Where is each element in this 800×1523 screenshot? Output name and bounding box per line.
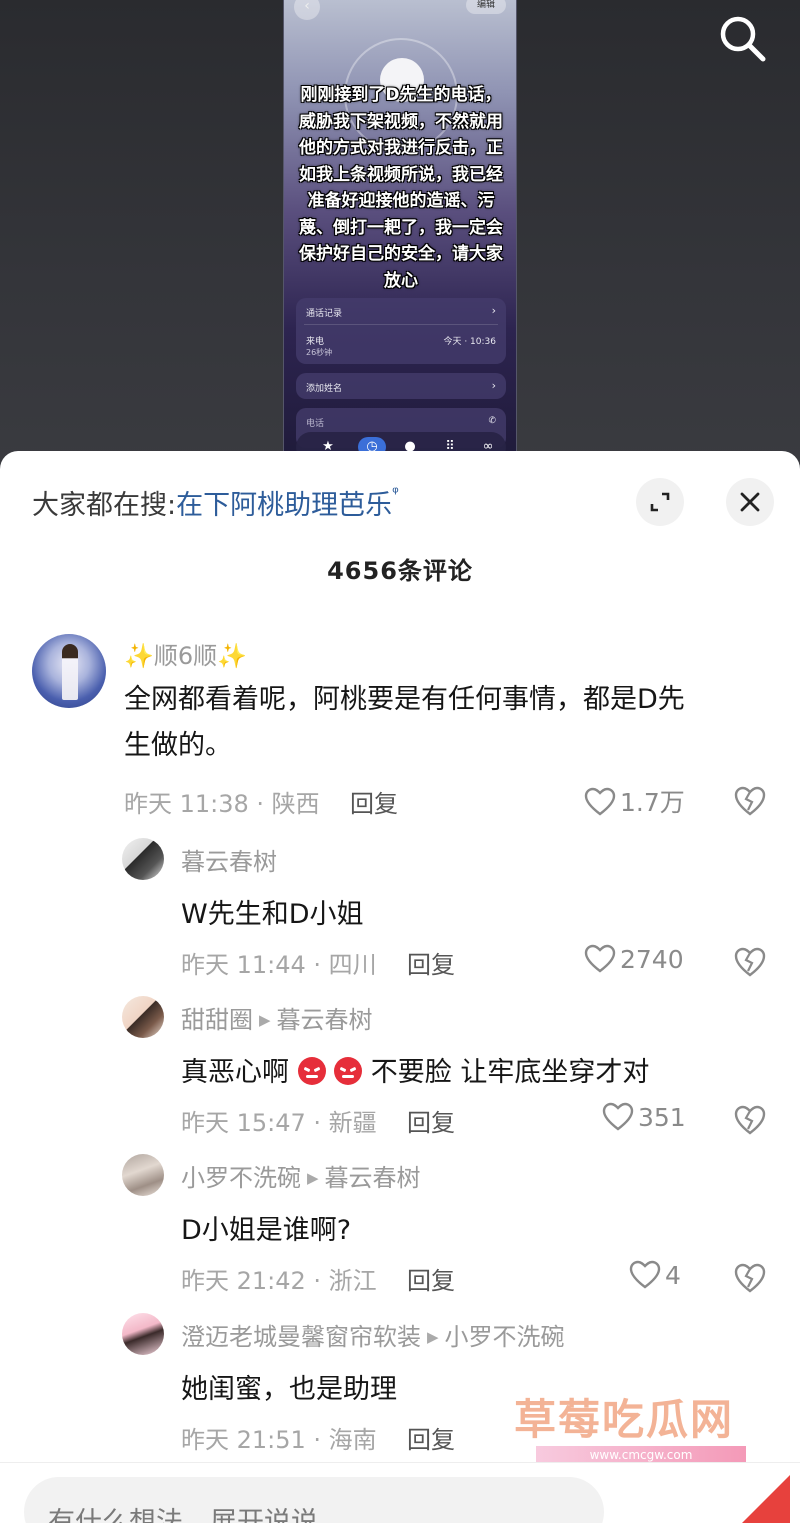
phone-call-log-label: 通话记录 <box>306 309 343 319</box>
phone-call-log-card: 通话记录 › 来电 26秒钟 今天 · 10:36 <box>296 298 506 364</box>
reply-text: 她闺蜜，也是助理 <box>181 1374 397 1405</box>
heart-icon <box>602 1102 634 1131</box>
phone-add-name-label: 添加姓名 <box>306 384 343 394</box>
heart-icon <box>584 787 616 816</box>
search-icon: ᵠ <box>392 483 399 502</box>
trending-prefix: 大家都在搜: <box>32 490 177 521</box>
angry-emoji-icon <box>297 1057 326 1085</box>
reply-to-arrow-icon: ▶ <box>259 1011 271 1029</box>
reply-to-arrow-icon: ▶ <box>307 1169 319 1187</box>
reply-to-arrow-icon: ▶ <box>427 1328 439 1346</box>
dislike-button[interactable] <box>733 1103 767 1137</box>
reply-username-line: 甜甜圈 ▶ 暮云春树 <box>181 1000 373 1035</box>
trending-search-bar: 大家都在搜:在下阿桃助理芭乐ᵠ <box>32 483 399 522</box>
broken-heart-icon <box>734 947 766 977</box>
phone-add-name-card: 添加姓名 › <box>296 373 506 399</box>
phone-number-label: 电话 <box>306 419 325 429</box>
broken-heart-icon <box>734 786 766 816</box>
phone-edit-label: 编辑 <box>466 0 506 14</box>
like-count: 1.7万 <box>620 788 685 817</box>
expand-icon <box>650 492 670 512</box>
reply-username[interactable]: 小罗不洗碗 <box>181 1164 301 1192</box>
like-count: 351 <box>638 1103 686 1132</box>
comment-sheet: 大家都在搜:在下阿桃助理芭乐ᵠ 4656条评论 ✨顺6顺✨ 全网都看着呢，阿桃要… <box>0 451 800 1523</box>
reply-username-line: 小罗不洗碗 ▶ 暮云春树 <box>181 1158 421 1193</box>
broken-heart-icon <box>734 1263 766 1293</box>
comment-input[interactable] <box>24 1477 604 1523</box>
dislike-button[interactable] <box>733 945 767 979</box>
reply-text: D小姐是谁啊? <box>181 1215 352 1246</box>
reply-text-part2: 不要脸 让牢底坐穿才对 <box>370 1057 650 1088</box>
comment-text-line1: 全网都看着呢，阿桃要是有任何事情，都是D先 <box>124 684 685 715</box>
like-button[interactable]: 4 <box>629 1260 681 1292</box>
phone-call-time: 今天 · 10:36 <box>443 337 496 347</box>
like-count: 4 <box>665 1261 681 1290</box>
comment-text-line2: 生做的。 <box>124 730 232 761</box>
reply-button[interactable]: 回复 <box>407 1261 455 1296</box>
reply-text-part1: 真恶心啊 <box>181 1057 289 1088</box>
divider <box>304 324 498 325</box>
dislike-button[interactable] <box>733 1261 767 1295</box>
heart-icon <box>584 944 616 973</box>
chevron-right-icon: › <box>491 304 496 317</box>
video-player[interactable]: ‹ 编辑 通话记录 › 来电 26秒钟 今天 · 10:36 添加姓名 › 电话… <box>0 0 800 470</box>
avatar[interactable] <box>122 1154 164 1196</box>
reply-meta: 昨天 21:51 · 海南 <box>181 1426 377 1454</box>
comment-username[interactable]: ✨顺6顺✨ <box>124 636 247 671</box>
avatar[interactable] <box>122 996 164 1038</box>
comment-meta: 昨天 11:38 · 陕西 <box>124 790 320 818</box>
reply-text: W先生和D小姐 <box>181 899 364 930</box>
reply-to-username[interactable]: 暮云春树 <box>325 1164 421 1192</box>
like-count: 2740 <box>620 945 684 974</box>
reply-meta: 昨天 15:47 · 新疆 <box>181 1109 377 1137</box>
avatar[interactable] <box>32 634 106 708</box>
like-button[interactable]: 1.7万 <box>584 783 685 817</box>
like-button[interactable]: 351 <box>602 1102 686 1134</box>
reply-button[interactable]: 回复 <box>407 945 455 980</box>
expand-button[interactable] <box>636 478 684 526</box>
reply-username-line: 澄迈老城曼馨窗帘软装 ▶ 小罗不洗碗 <box>181 1317 565 1352</box>
watermark-text: 草莓吃瓜网 <box>514 1395 735 1444</box>
close-icon <box>740 492 760 512</box>
reply-username[interactable]: 暮云春树 <box>181 842 277 877</box>
reply-meta: 昨天 21:42 · 浙江 <box>181 1267 377 1295</box>
reply-button[interactable]: 回复 <box>407 1420 455 1455</box>
avatar[interactable] <box>122 838 164 880</box>
reply-username[interactable]: 甜甜圈 <box>181 1006 253 1034</box>
phone-incoming-label: 来电 <box>306 337 325 347</box>
search-icon[interactable] <box>716 12 770 66</box>
comment-count: 4656条评论 <box>327 557 473 585</box>
phone-back-icon: ‹ <box>294 0 320 20</box>
reply-button[interactable]: 回复 <box>350 784 398 819</box>
trending-search-link[interactable]: 在下阿桃助理芭乐ᵠ <box>176 483 399 521</box>
send-corner-icon[interactable] <box>728 1475 790 1523</box>
site-watermark: 草莓吃瓜网 www.cmcgw.com <box>514 1386 754 1466</box>
video-caption-overlay: 刚刚接到了D先生的电话，威胁我下架视频，不然就用他的方式对我进行反击，正如我上条… <box>299 85 503 291</box>
reply-to-username[interactable]: 小罗不洗碗 <box>445 1323 565 1351</box>
like-button[interactable]: 2740 <box>584 944 684 976</box>
avatar[interactable] <box>122 1313 164 1355</box>
comment-input-bar <box>0 1462 800 1523</box>
phone-call-icon: ✆ <box>488 416 496 426</box>
video-frame-phone-screenshot: ‹ 编辑 通话记录 › 来电 26秒钟 今天 · 10:36 添加姓名 › 电话… <box>283 0 517 470</box>
broken-heart-icon <box>734 1105 766 1135</box>
close-button[interactable] <box>726 478 774 526</box>
reply-button[interactable]: 回复 <box>407 1103 455 1138</box>
chevron-right-icon: › <box>491 379 496 392</box>
reply-text: 真恶心啊 不要脸 让牢底坐穿才对 <box>181 1050 649 1089</box>
reply-username[interactable]: 澄迈老城曼馨窗帘软装 <box>181 1323 421 1351</box>
heart-icon <box>629 1260 661 1289</box>
trending-query: 在下阿桃助理芭乐 <box>176 490 393 521</box>
reply-to-username[interactable]: 暮云春树 <box>277 1006 373 1034</box>
phone-call-duration: 26秒钟 <box>306 348 333 357</box>
reply-meta: 昨天 11:44 · 四川 <box>181 951 377 979</box>
dislike-button[interactable] <box>733 784 767 818</box>
angry-emoji-icon <box>334 1057 363 1085</box>
